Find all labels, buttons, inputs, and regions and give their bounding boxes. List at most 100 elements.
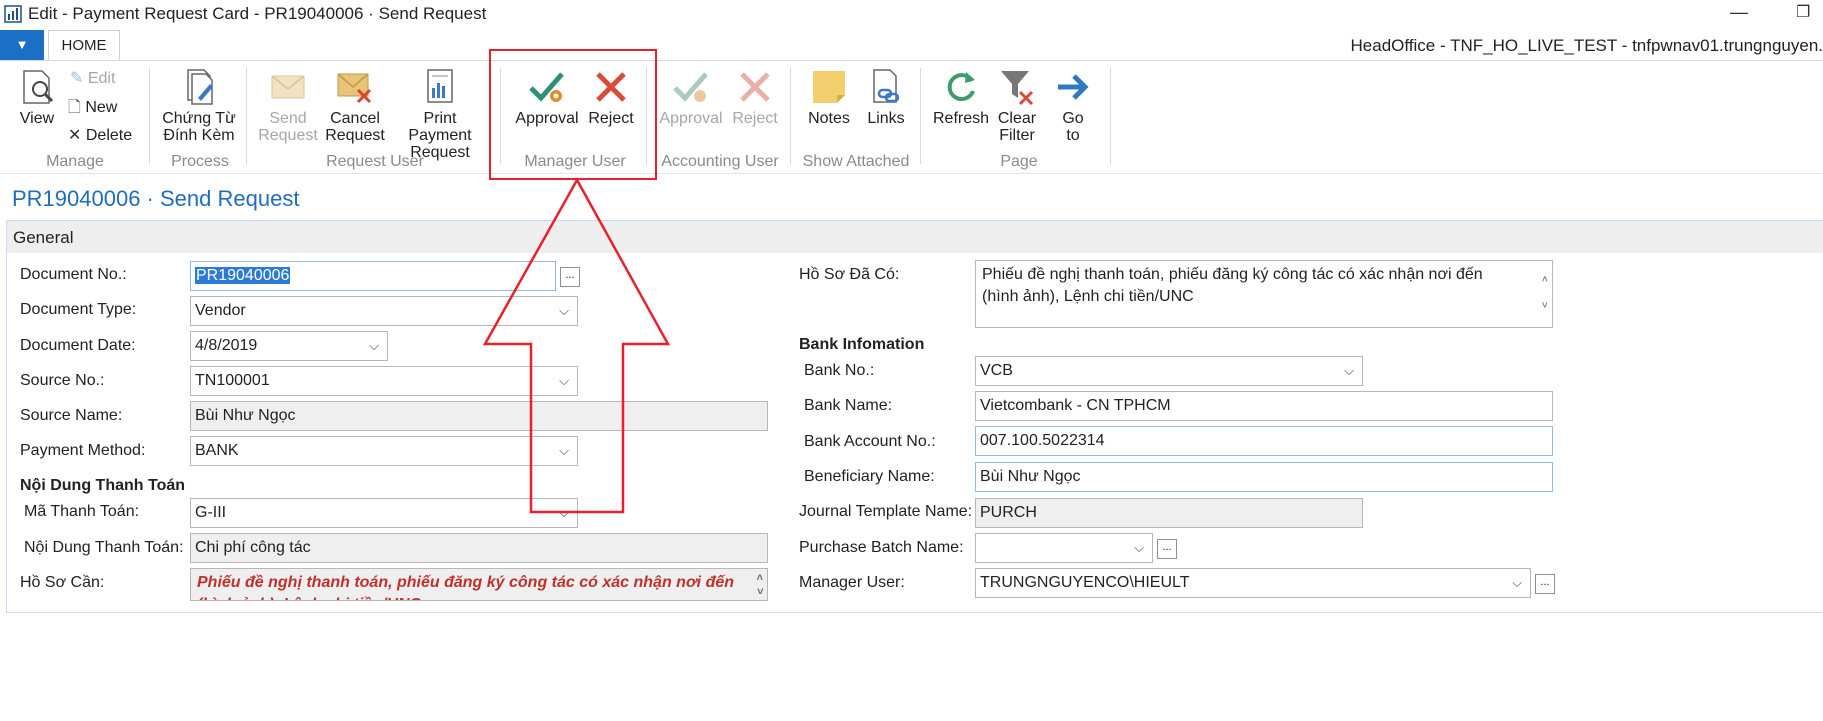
maximize-button[interactable]: ❐ [1796,2,1810,22]
delete-x-icon: ✕ [68,127,82,144]
reject-x-icon [740,72,770,102]
chung-tu-label-line2: Đính Kèm [163,127,235,144]
group-label-accounting-user: Accounting User [661,153,779,170]
ho-so-da-co-label: Hồ Sơ Đã Có: [799,266,900,283]
new-label: New [85,99,118,116]
clear-label-line1: Clear [997,110,1037,127]
view-icon [23,70,54,104]
ribbon-separator [920,68,921,164]
clear-label-line2: Filter [999,127,1035,144]
attached-document-icon [187,69,213,105]
chung-tu-dinh-kem-button[interactable]: Chứng Từ Đính Kèm [158,68,240,144]
links-button[interactable]: Links [862,68,910,127]
manager-user-select[interactable]: TRUNGNGUYENCO\HIEULT ⌵ [975,568,1531,598]
noi-dung-thanh-toan-label: Nội Dung Thanh Toán: [24,539,184,556]
view-button[interactable]: View [14,68,60,127]
delete-button[interactable]: ✕ Delete [68,125,132,145]
bank-account-no-value: 007.100.5022314 [980,432,1105,449]
bank-name-field[interactable]: Vietcombank - CN TPHCM [975,391,1553,421]
new-document-icon: 🗋 [68,99,81,116]
chung-tu-label-line1: Chứng Từ [162,110,236,127]
bank-account-no-label: Bank Account No.: [804,433,936,450]
group-label-page: Page [1000,153,1038,170]
send-request-button[interactable]: Send Request [258,68,318,144]
manager-user-lookup-button[interactable]: ... [1535,574,1555,594]
group-label-process: Process [171,153,229,170]
accounting-reject-button[interactable]: Reject [730,68,780,127]
purchase-batch-name-select[interactable]: ⌵ [975,533,1153,563]
document-no-label: Document No.: [20,266,127,283]
source-name-label: Source Name: [20,407,123,424]
general-fasttab-title: General [13,228,74,247]
document-no-value: PR19040006 [195,267,291,284]
payment-method-value: BANK [195,442,239,459]
ho-so-da-co-memo[interactable]: Phiếu đề nghị thanh toán, phiếu đăng ký … [975,260,1553,328]
group-label-manage: Manage [46,153,104,170]
edit-button[interactable]: ✎ Edit [70,68,115,88]
annotation-highlight-box [489,49,657,180]
source-no-value: TN100001 [195,372,270,389]
document-type-label: Document Type: [20,301,137,318]
arrow-right-icon [1058,74,1089,100]
source-name-value: Bùi Như Ngọc [195,407,296,424]
print-label-line1: Print Payment [408,110,472,144]
notes-button[interactable]: Notes [804,68,854,127]
cancel-label-line2: Request [325,127,385,144]
print-payment-request-button[interactable]: Print Payment Request [390,68,490,161]
bank-information-header: Bank Infomation [799,336,925,353]
report-icon [427,69,453,103]
envelope-icon [271,75,305,99]
note-icon [813,71,845,103]
approve-check-icon [673,72,708,102]
refresh-button[interactable]: Refresh [932,68,990,127]
file-menu-button[interactable]: ▼ [0,30,44,60]
group-label-request-user: Request User [326,153,424,170]
bank-account-no-field[interactable]: 007.100.5022314 [975,426,1553,456]
accounting-approval-label: Approval [659,110,723,127]
bank-name-label: Bank Name: [804,397,893,414]
purchase-batch-lookup-button[interactable]: ... [1157,539,1177,559]
journal-template-name-field[interactable]: PURCH [975,498,1363,528]
refresh-icon [947,72,975,102]
bank-no-select[interactable]: VCB ⌵ [975,356,1363,386]
cancel-request-button[interactable]: Cancel Request [324,68,386,144]
pencil-icon: ✎ [70,70,84,87]
goto-label-line1: Go [1062,110,1084,127]
cancel-label-line1: Cancel [330,110,380,127]
new-button[interactable]: 🗋 New [68,96,117,123]
bank-no-value: VCB [980,362,1013,379]
beneficiary-name-field[interactable]: Bùi Như Ngọc [975,462,1553,492]
group-label-show-attached: Show Attached [802,153,910,170]
goto-label-line2: to [1066,127,1080,144]
delete-label: Delete [85,127,133,144]
ho-so-can-memo[interactable]: Phiếu đề nghị thanh toán, phiếu đăng ký … [190,568,768,601]
links-label: Links [867,110,905,127]
view-label: View [19,110,55,127]
minimize-button[interactable]: — [1730,2,1748,23]
noi-dung-thanh-toan-field[interactable]: Chi phí công tác [190,533,768,563]
ho-so-can-value: Phiếu đề nghị thanh toán, phiếu đăng ký … [197,574,735,600]
purchase-batch-name-label: Purchase Batch Name: [799,539,964,556]
journal-template-name-label: Journal Template Name: [799,503,973,520]
noi-dung-thanh-toan-header: Nội Dung Thanh Toán [20,477,186,494]
go-to-button[interactable]: Go to [1052,68,1094,144]
bank-name-value: Vietcombank - CN TPHCM [980,397,1171,414]
app-icon [4,5,22,23]
memo-scroll-arrows[interactable]: ˄ ˅ [757,571,763,599]
cancel-envelope-icon [337,73,372,104]
ho-so-can-label: Hồ Sơ Cần: [20,574,105,591]
clear-filter-button[interactable]: Clear Filter [994,68,1040,144]
memo-scroll-arrows[interactable]: ˄ ˅ [1542,267,1548,319]
source-name-field[interactable]: Bùi Như Ngọc [190,401,768,431]
ribbon-separator [246,68,247,164]
clear-filter-icon [1001,71,1034,106]
accounting-approval-button[interactable]: Approval [658,68,724,127]
bank-no-label: Bank No.: [804,362,875,379]
ma-thanh-toan-label: Mã Thanh Toán: [24,503,140,520]
document-date-field[interactable]: 4/8/2019 ⌵ [190,331,388,361]
general-fasttab-header[interactable] [7,221,1823,253]
send-label-line2: Request [258,127,318,144]
chevron-down-icon: ⌵ [1134,540,1144,555]
tab-home[interactable]: HOME [48,30,120,61]
ma-thanh-toan-value: G-III [195,504,227,521]
